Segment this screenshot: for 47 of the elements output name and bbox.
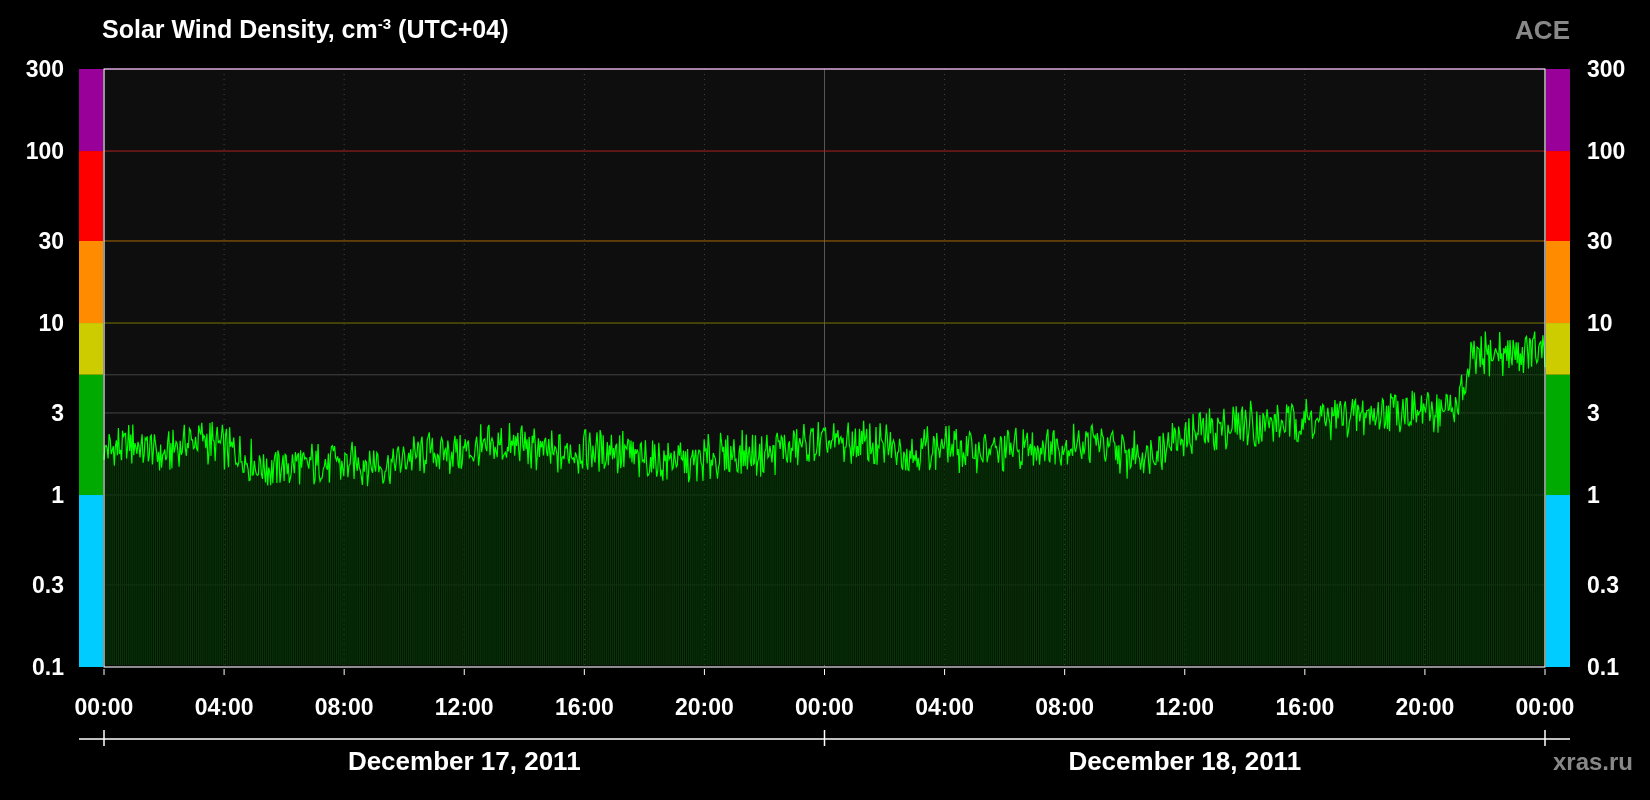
credit-label: xras.ru bbox=[1551, 747, 1634, 776]
source-label: ACE bbox=[1515, 14, 1570, 46]
tick-mark bbox=[1424, 668, 1426, 676]
date-label: December 17, 2011 bbox=[346, 746, 582, 777]
y-axis-label: 100 bbox=[1587, 138, 1626, 165]
y-axis-label: 1 bbox=[51, 482, 64, 508]
y-axis-label: 0.1 bbox=[32, 654, 64, 680]
y-axis-label: 1 bbox=[1587, 482, 1600, 508]
x-axis-label: 00:00 bbox=[1515, 694, 1575, 720]
y-axis-label: 10 bbox=[38, 310, 64, 337]
x-axis-label: 12:00 bbox=[434, 694, 494, 720]
y-axis-label: 0.1 bbox=[1587, 654, 1619, 680]
tick-mark bbox=[343, 668, 345, 676]
y-axis-label: 3 bbox=[51, 399, 64, 426]
tick-mark bbox=[463, 668, 465, 676]
x-axis-label: 08:00 bbox=[314, 694, 374, 720]
tick-mark bbox=[944, 668, 946, 676]
y-axis-label: 10 bbox=[1587, 310, 1613, 337]
y-axis-label: 300 bbox=[25, 60, 64, 82]
x-axis-label: 04:00 bbox=[915, 694, 974, 720]
tick-mark bbox=[1304, 668, 1306, 676]
date-label: December 18, 2011 bbox=[1067, 746, 1303, 777]
y-axis-label: 100 bbox=[25, 138, 64, 165]
chart-title: Solar Wind Density, cm$^{-3}$ (UTC+04) bbox=[102, 15, 509, 45]
tick-mark bbox=[703, 668, 705, 676]
x-axis-label: 08:00 bbox=[1035, 694, 1095, 720]
x-axis-label: 20:00 bbox=[1395, 694, 1455, 720]
y-axis-label: 0.3 bbox=[1587, 571, 1619, 598]
x-axis-label: 12:00 bbox=[1155, 694, 1215, 720]
y-axis-label: 3 bbox=[1587, 399, 1600, 426]
y-axis-label: 300 bbox=[1587, 60, 1626, 82]
x-axis-label: 16:00 bbox=[1275, 694, 1335, 720]
x-axis-label: 00:00 bbox=[795, 694, 854, 720]
tick-mark bbox=[583, 668, 585, 676]
tick-mark bbox=[1544, 668, 1546, 676]
y-axis-label: 30 bbox=[1587, 228, 1613, 254]
y-axis-label: 0.3 bbox=[32, 571, 64, 598]
tick-mark bbox=[223, 668, 225, 676]
y-axis-label: 30 bbox=[38, 228, 64, 254]
tick-mark bbox=[1184, 668, 1186, 676]
tick-mark bbox=[1064, 668, 1066, 676]
x-axis-label: 00:00 bbox=[74, 694, 134, 720]
tick-mark bbox=[824, 668, 825, 676]
tick-mark bbox=[103, 668, 105, 676]
x-axis-label: 16:00 bbox=[554, 694, 614, 720]
x-axis-label: 20:00 bbox=[675, 694, 734, 720]
x-axis-label: 04:00 bbox=[194, 694, 254, 720]
